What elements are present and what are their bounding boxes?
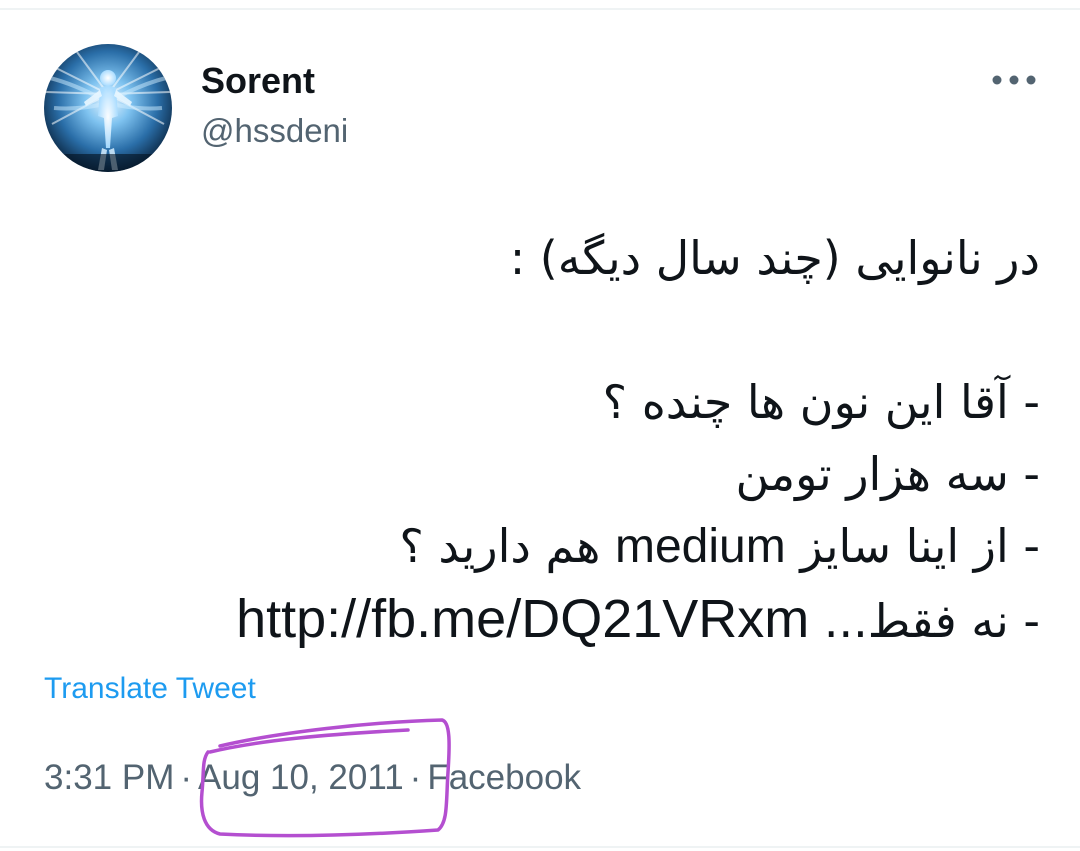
- top-divider: [0, 8, 1080, 10]
- tweet-line-part: - از اینا سایز: [800, 519, 1040, 573]
- tweet-line-with-link: - نه فقط... http://fb.me/DQ21VRxm: [40, 583, 1040, 657]
- tweet-text: در نانوایی (چند سال دیگه) : - آقا این نو…: [40, 222, 1040, 657]
- translate-tweet-link[interactable]: Translate Tweet: [44, 672, 256, 706]
- tweet-source[interactable]: Facebook: [427, 758, 581, 797]
- bottom-divider: [0, 846, 1080, 848]
- more-options-button[interactable]: [986, 60, 1042, 100]
- tweet-meta: 3:31 PM · Aug 10, 2011 · Facebook: [44, 756, 581, 798]
- meta-separator: ·: [409, 757, 422, 797]
- tweet-line: در نانوایی (چند سال دیگه) :: [509, 231, 1040, 285]
- tweet-line: - سه هزار تومن: [735, 447, 1040, 501]
- tweet-line-mixed: - از اینا سایز medium هم دارید ؟: [40, 510, 1040, 583]
- tweet-time[interactable]: 3:31 PM: [44, 758, 174, 797]
- tweet-line-part: - نه فقط...: [823, 594, 1040, 648]
- more-horizontal-icon: [992, 75, 1036, 85]
- tweet-link[interactable]: http://fb.me/DQ21VRxm: [236, 589, 809, 649]
- user-handle[interactable]: @hssdeni: [201, 112, 348, 150]
- display-name[interactable]: Sorent: [201, 60, 315, 102]
- meta-separator: ·: [180, 757, 193, 797]
- tweet-line-part: هم دارید ؟: [399, 519, 601, 573]
- tweet-line: - آقا این نون ها چنده ؟: [602, 375, 1040, 429]
- avatar-image: [44, 44, 172, 172]
- avatar[interactable]: [44, 44, 172, 172]
- tweet-date[interactable]: Aug 10, 2011: [198, 758, 404, 797]
- tweet-line-latin-word: medium: [614, 520, 786, 573]
